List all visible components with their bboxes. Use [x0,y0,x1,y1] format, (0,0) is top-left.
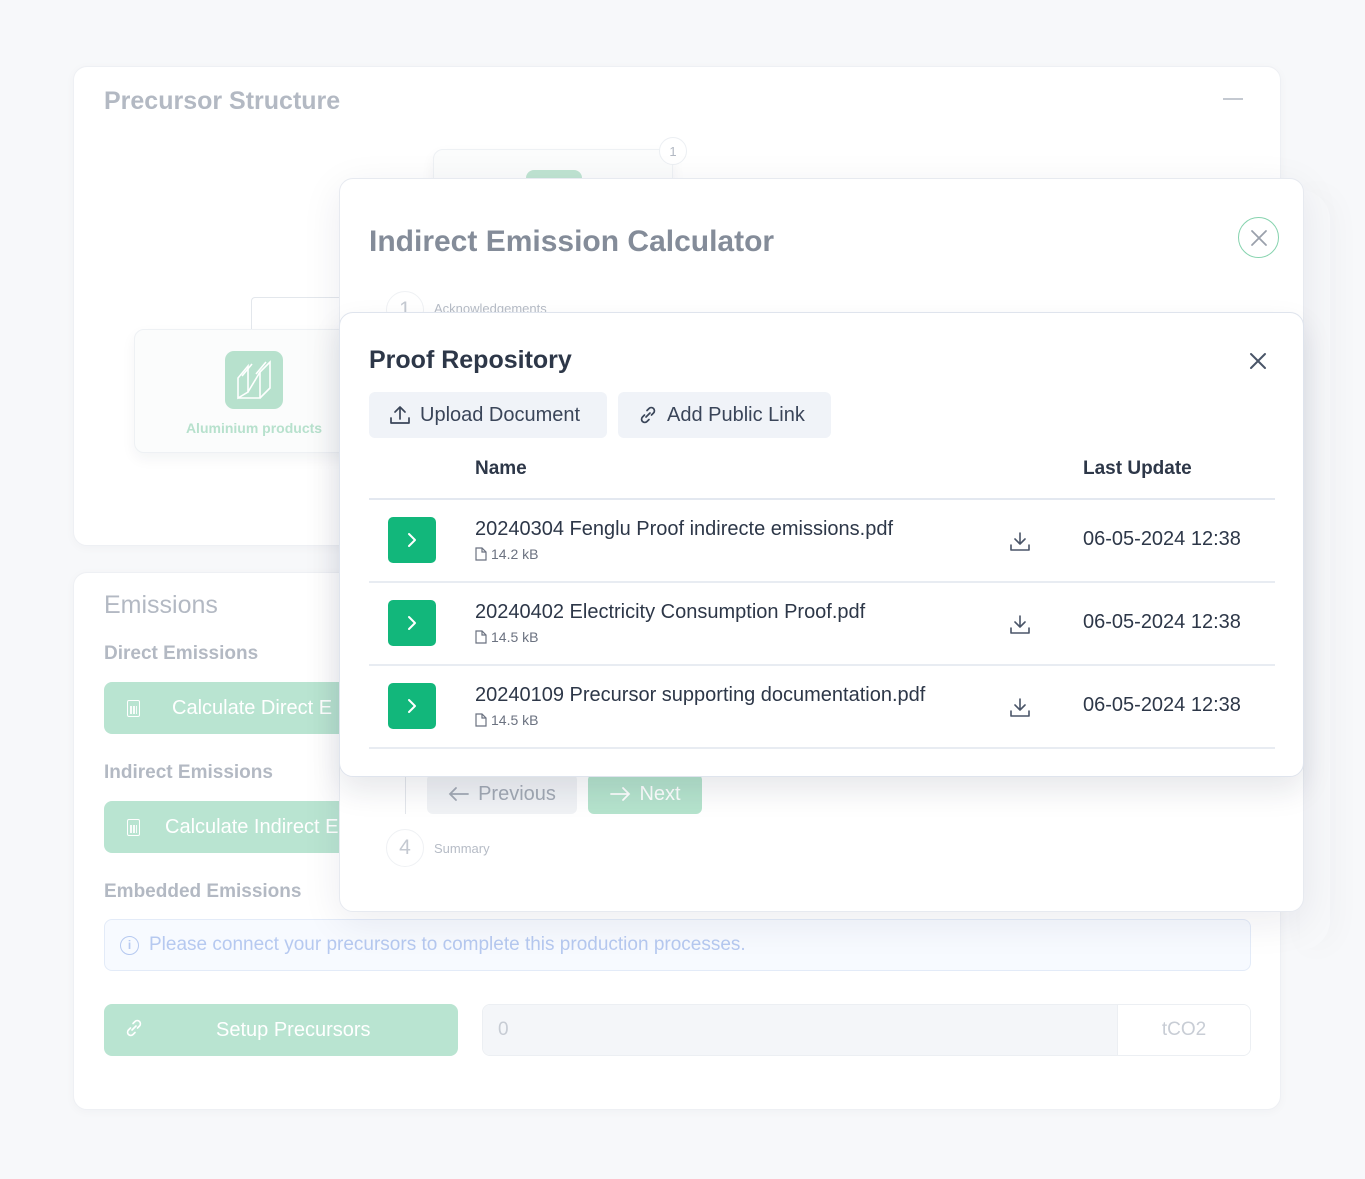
step-number: 4 [386,829,424,867]
setup-precursors-label: Setup Precursors [216,1018,371,1041]
info-alert: i Please connect your precursors to comp… [104,919,1251,971]
calculate-indirect-button[interactable]: Calculate Indirect E [104,801,374,853]
file-name: 20240304 Fenglu Proof indirecte emission… [475,518,894,540]
last-update: 06-05-2024 12:38 [1083,528,1241,550]
upload-document-label: Upload Document [420,403,581,426]
file-size-value: 14.5 kB [491,629,539,645]
proof-repository-modal: Proof Repository Upload Document Add Pub… [339,312,1304,777]
file-size-value: 14.5 kB [491,712,539,728]
next-label: Next [639,782,681,805]
node-count-badge: 1 [659,137,687,165]
expand-row-button[interactable] [388,517,436,563]
close-button[interactable] [1238,217,1279,258]
last-update: 06-05-2024 12:38 [1083,611,1241,633]
file-icon [475,630,487,644]
download-button[interactable] [1006,693,1034,721]
chevron-right-icon [408,616,416,630]
calculate-indirect-label: Calculate Indirect E [165,815,339,838]
precursor-structure-title: Precursor Structure [104,87,341,115]
add-public-link-button[interactable]: Add Public Link [618,392,831,438]
download-icon [1010,615,1030,634]
info-icon: i [120,935,139,955]
file-size: 14.5 kB [475,629,538,645]
download-icon [1010,698,1030,717]
node-connector [251,297,351,329]
link-icon [124,1018,184,1043]
indirect-emissions-label: Indirect Emissions [104,762,273,783]
modal-title: Proof Repository [369,346,572,374]
column-header-last-update[interactable]: Last Update [1083,458,1192,480]
table-row: 20240304 Fenglu Proof indirecte emission… [369,500,1275,583]
arrow-left-icon [448,787,469,801]
file-size-value: 14.2 kB [491,546,539,562]
close-button[interactable] [1244,347,1272,375]
precursor-node-aluminium[interactable]: Aluminium products [134,329,374,453]
table-row: 20240109 Precursor supporting documentat… [369,666,1275,749]
calculate-direct-label: Calculate Direct E [172,696,333,719]
collapse-icon[interactable] [1223,98,1243,100]
upload-icon [390,406,410,424]
embedded-emissions-label: Embedded Emissions [104,881,302,902]
download-button[interactable] [1006,610,1034,638]
close-icon [1250,229,1267,246]
file-icon [475,547,487,561]
unit-addon: tCO2 [1117,1005,1250,1055]
file-name: 20240109 Precursor supporting documentat… [475,684,926,706]
arrow-right-icon [610,787,631,801]
calculator-icon [127,699,140,717]
upload-document-button[interactable]: Upload Document [369,392,607,438]
setup-precursors-button[interactable]: Setup Precursors [104,1004,458,1056]
table-row: 20240402 Electricity Consumption Proof.p… [369,583,1275,666]
calculator-icon [127,818,140,836]
step-connector [405,774,406,814]
chevron-right-icon [408,533,416,547]
close-icon [1250,353,1266,369]
file-icon [475,713,487,727]
download-icon [1010,532,1030,551]
previous-button[interactable]: Previous [427,774,577,814]
aluminium-profile-icon [225,351,283,409]
previous-label: Previous [478,782,556,805]
file-size: 14.2 kB [475,546,538,562]
expand-row-button[interactable] [388,683,436,729]
chevron-right-icon [408,699,416,713]
node-label: Aluminium products [185,420,323,436]
column-header-name[interactable]: Name [475,458,527,480]
link-icon [640,406,656,424]
next-button[interactable]: Next [588,774,702,814]
step-label: Summary [434,841,490,856]
modal-shadow [1300,190,1330,950]
expand-row-button[interactable] [388,600,436,646]
file-size: 14.5 kB [475,712,538,728]
emissions-title: Emissions [104,591,218,619]
add-public-link-label: Add Public Link [667,403,805,426]
embedded-emissions-field: tCO2 [482,1004,1251,1056]
direct-emissions-label: Direct Emissions [104,643,259,664]
info-message: Please connect your precursors to comple… [149,934,746,955]
modal-title: Indirect Emission Calculator [369,225,775,258]
last-update: 06-05-2024 12:38 [1083,694,1241,716]
file-name: 20240402 Electricity Consumption Proof.p… [475,601,866,623]
calculate-direct-button[interactable]: Calculate Direct E [104,682,374,734]
embedded-emissions-input[interactable] [483,1005,1117,1055]
download-button[interactable] [1006,527,1034,555]
